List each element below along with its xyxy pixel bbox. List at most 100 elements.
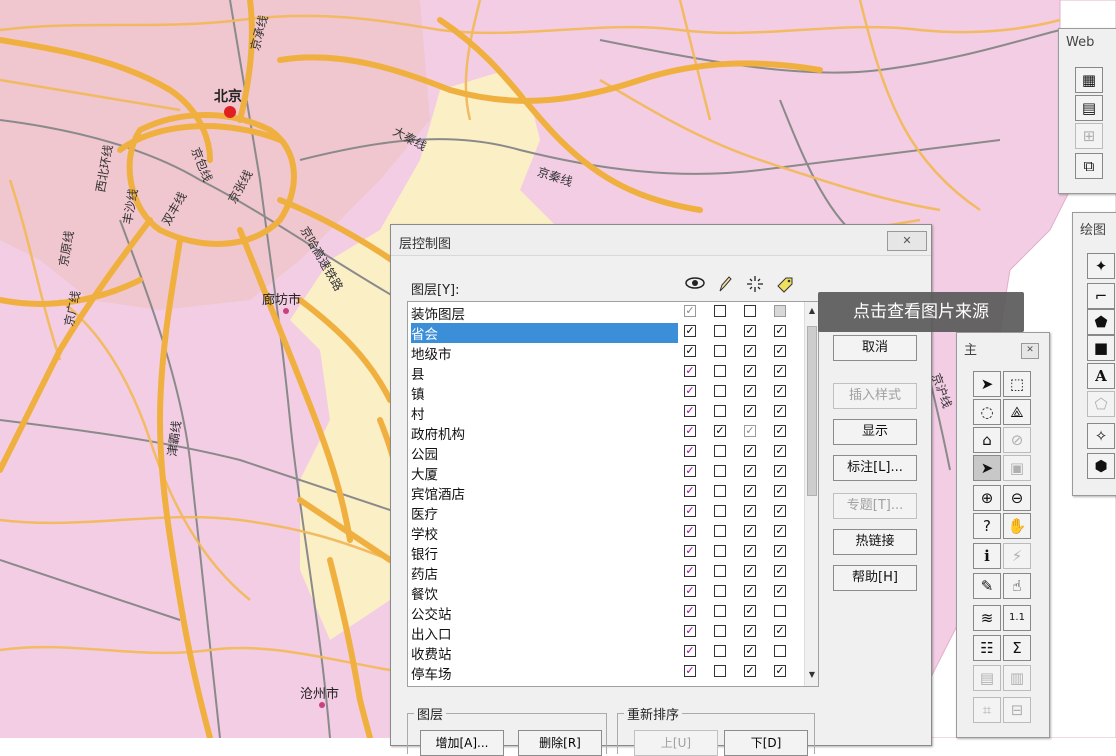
visible-checkbox[interactable] — [684, 465, 696, 477]
editable-checkbox[interactable] — [714, 385, 726, 397]
hotlink-button[interactable]: 热链接 — [833, 529, 917, 555]
statistics-icon[interactable]: Σ — [1003, 635, 1031, 661]
visible-checkbox[interactable] — [684, 345, 696, 357]
selectable-checkbox[interactable] — [744, 405, 756, 417]
layer-row[interactable]: 县 — [408, 362, 803, 383]
visible-checkbox[interactable] — [684, 405, 696, 417]
autolabel-checkbox[interactable] — [774, 465, 786, 477]
text-icon[interactable]: A — [1087, 363, 1115, 389]
visible-checkbox[interactable] — [684, 485, 696, 497]
layer-row[interactable]: 收费站 — [408, 642, 803, 663]
marquee-select-icon[interactable]: ⬚ — [1003, 371, 1031, 397]
add-layer-button[interactable]: 增加[A]... — [420, 730, 504, 756]
image-source-tooltip[interactable]: 点击查看图片来源 — [818, 292, 1024, 332]
boundary-select-icon[interactable]: ⌂ — [973, 427, 1001, 453]
zoom-out-icon[interactable]: ⊖ — [1003, 485, 1031, 511]
layer-row[interactable]: 地级市 — [408, 342, 803, 363]
autolabel-checkbox[interactable] — [774, 405, 786, 417]
selectable-checkbox[interactable] — [744, 425, 756, 437]
visible-checkbox[interactable] — [684, 645, 696, 657]
editable-checkbox[interactable] — [714, 525, 726, 537]
scrollbar-thumb[interactable] — [807, 326, 817, 496]
move-up-button[interactable]: 上[U] — [634, 730, 718, 756]
legend-edit-icon[interactable]: ▥ — [1003, 665, 1031, 691]
dialog-titlebar[interactable]: 层控制图 ✕ — [391, 225, 931, 256]
scroll-up-icon[interactable]: ▲ — [805, 304, 818, 318]
layer-row[interactable]: 出入口 — [408, 622, 803, 643]
autolabel-checkbox[interactable] — [774, 585, 786, 597]
thematic-button[interactable]: 专题[T]... — [833, 493, 917, 519]
region-style-icon[interactable]: ⬢ — [1087, 453, 1115, 479]
visible-checkbox[interactable] — [684, 445, 696, 457]
autolabel-checkbox[interactable] — [774, 625, 786, 637]
selectable-checkbox[interactable] — [744, 365, 756, 377]
symbol-pin-icon[interactable]: ✦ — [1087, 253, 1115, 279]
radius-select-icon[interactable]: ◌ — [973, 399, 1001, 425]
unselect-icon[interactable]: ⊘ — [1003, 427, 1031, 453]
ruler-icon[interactable]: 1.1 — [1003, 605, 1031, 631]
layer-row[interactable]: 装饰图层 — [408, 302, 803, 323]
editable-checkbox[interactable] — [714, 505, 726, 517]
layer-row[interactable]: 药店 — [408, 562, 803, 583]
layer-row[interactable]: 学校 — [408, 522, 803, 543]
autolabel-checkbox[interactable] — [774, 345, 786, 357]
editable-checkbox[interactable] — [714, 425, 726, 437]
layer-row[interactable]: 省会 — [408, 322, 803, 343]
web-window-icon[interactable]: ⧉ — [1075, 153, 1103, 179]
visible-checkbox[interactable] — [684, 305, 696, 317]
editable-checkbox[interactable] — [714, 465, 726, 477]
selectable-checkbox[interactable] — [744, 445, 756, 457]
autolabel-checkbox[interactable] — [774, 565, 786, 577]
editable-checkbox[interactable] — [714, 485, 726, 497]
editable-checkbox[interactable] — [714, 645, 726, 657]
rectangle-icon[interactable]: ■ — [1087, 335, 1115, 361]
label-button[interactable]: 标注[L]... — [833, 455, 917, 481]
legend-icon[interactable]: ☷ — [973, 635, 1001, 661]
autolabel-checkbox[interactable] — [774, 365, 786, 377]
visible-checkbox[interactable] — [684, 425, 696, 437]
polygon-icon[interactable]: ⬟ — [1087, 309, 1115, 335]
editable-checkbox[interactable] — [714, 565, 726, 577]
web-map-icon[interactable]: ▦ — [1075, 67, 1103, 93]
selectable-checkbox[interactable] — [744, 305, 756, 317]
editable-checkbox[interactable] — [714, 625, 726, 637]
layer-row[interactable]: 公园 — [408, 442, 803, 463]
selectable-checkbox[interactable] — [744, 585, 756, 597]
layer-row[interactable]: 村 — [408, 402, 803, 423]
graph-select-icon[interactable]: ➤ — [973, 455, 1001, 481]
layer-row[interactable]: 公交站 — [408, 602, 803, 623]
info-icon[interactable]: i — [973, 543, 1001, 569]
editable-checkbox[interactable] — [714, 345, 726, 357]
select-arrow-icon[interactable]: ➤ — [973, 371, 1001, 397]
autolabel-checkbox[interactable] — [774, 525, 786, 537]
autolabel-checkbox[interactable] — [774, 325, 786, 337]
close-button[interactable]: ✕ — [887, 231, 927, 251]
visible-checkbox[interactable] — [684, 625, 696, 637]
autolabel-checkbox[interactable] — [774, 665, 786, 677]
selectable-checkbox[interactable] — [744, 525, 756, 537]
autolabel-checkbox[interactable] — [774, 305, 786, 317]
autolabel-checkbox[interactable] — [774, 645, 786, 657]
selectable-checkbox[interactable] — [744, 645, 756, 657]
layer-row[interactable]: 政府机构 — [408, 422, 803, 443]
editable-checkbox[interactable] — [714, 585, 726, 597]
zoom-in-icon[interactable]: ⊕ — [973, 485, 1001, 511]
editable-checkbox[interactable] — [714, 665, 726, 677]
editable-checkbox[interactable] — [714, 365, 726, 377]
visible-checkbox[interactable] — [684, 505, 696, 517]
visible-checkbox[interactable] — [684, 545, 696, 557]
layer-row[interactable]: 医疗 — [408, 502, 803, 523]
autolabel-checkbox[interactable] — [774, 385, 786, 397]
editable-checkbox[interactable] — [714, 325, 726, 337]
display-button[interactable]: 显示 — [833, 419, 917, 445]
autolabel-checkbox[interactable] — [774, 545, 786, 557]
layer-row[interactable]: 宾馆酒店 — [408, 482, 803, 503]
editable-checkbox[interactable] — [714, 405, 726, 417]
polyline-icon[interactable]: ⌐ — [1087, 283, 1115, 309]
pan-hand-icon[interactable]: ✋ — [1003, 513, 1031, 539]
symbol-style-icon[interactable]: ✧ — [1087, 423, 1115, 449]
drag-map-icon[interactable]: ☝ — [1003, 573, 1031, 599]
layer-row[interactable]: 餐饮 — [408, 582, 803, 603]
layer-row[interactable]: 镇 — [408, 382, 803, 403]
editable-checkbox[interactable] — [714, 545, 726, 557]
